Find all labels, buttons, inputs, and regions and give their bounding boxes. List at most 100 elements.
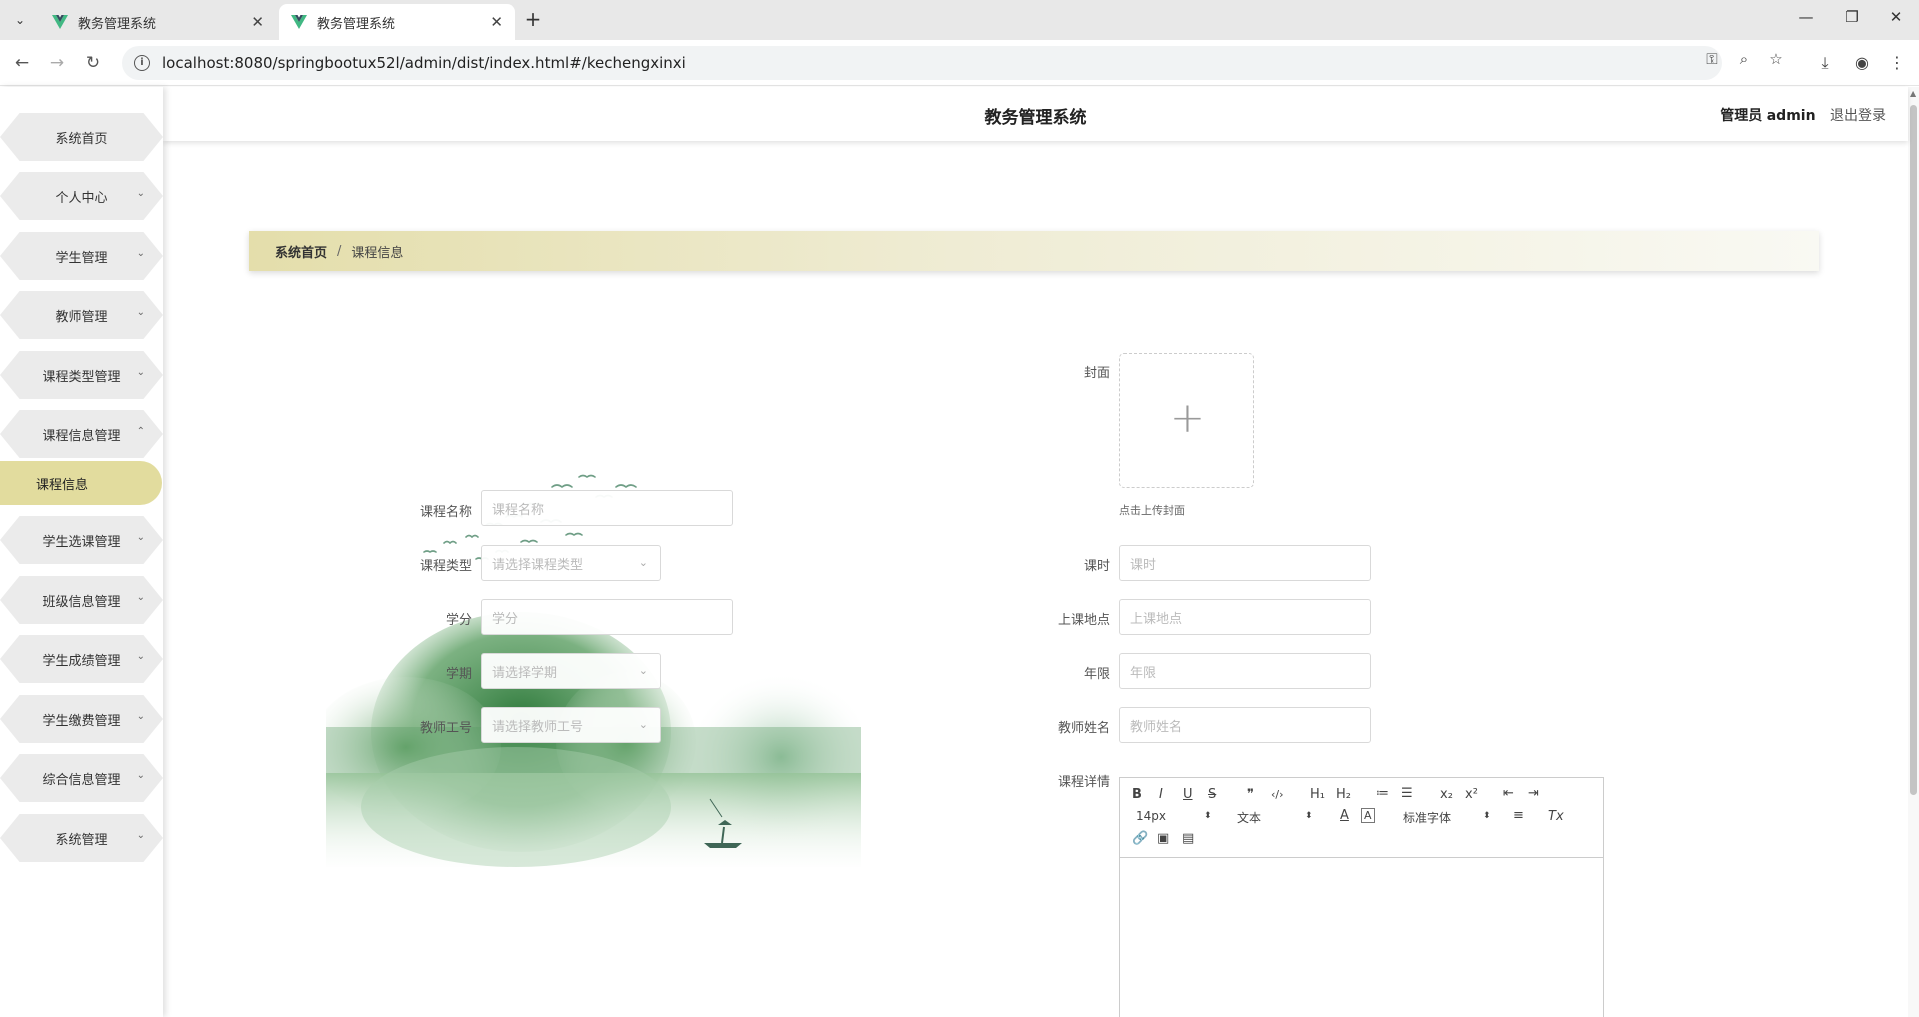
close-tab-icon[interactable]: ✕: [251, 13, 264, 31]
vue-logo-icon: [291, 15, 307, 29]
download-icon[interactable]: ⤓: [1813, 51, 1837, 75]
forward-icon[interactable]: →: [45, 51, 69, 75]
underline-button[interactable]: U: [1183, 787, 1193, 802]
editor-toolbar: B I U S ❞ ‹/› H₁ H₂ ≔ ☰ x₂ x² ⇤ ⇥ 14px ⬍ …: [1120, 778, 1603, 858]
back-icon[interactable]: ←: [10, 51, 34, 75]
page-scrollbar[interactable]: ▲: [1908, 87, 1919, 1017]
course-detail-label: 课程详情: [1057, 775, 1110, 790]
scrollbar-thumb[interactable]: [1910, 105, 1917, 795]
tab-title: 教务管理系统: [317, 16, 396, 32]
user-role: 管理员: [1720, 108, 1763, 124]
sidebar-item-class-info[interactable]: 班级信息管理 ⌄: [0, 576, 163, 624]
link-icon[interactable]: 🔗: [1132, 831, 1148, 846]
class-hours-label: 课时: [1083, 559, 1110, 574]
close-tab-icon[interactable]: ✕: [490, 13, 503, 31]
font-color-icon[interactable]: A: [1340, 808, 1349, 823]
password-key-icon[interactable]: ⚿: [1701, 48, 1723, 70]
minimize-icon[interactable]: —: [1786, 8, 1826, 32]
class-hours-input[interactable]: 课时: [1119, 545, 1371, 581]
bullet-list-button[interactable]: ☰: [1401, 786, 1413, 801]
chevron-down-icon: ⌄: [136, 592, 145, 603]
format-select[interactable]: 文本 ⬍: [1237, 809, 1317, 826]
reload-icon[interactable]: ↻: [81, 51, 105, 75]
credit-label: 学分: [445, 613, 472, 628]
chevron-down-icon: ⌄: [136, 248, 145, 259]
cover-uploader[interactable]: +: [1119, 353, 1254, 488]
clear-format-icon[interactable]: Tx: [1548, 809, 1564, 824]
background-color-icon[interactable]: A: [1361, 808, 1375, 823]
course-type-select[interactable]: 请选择课程类型 ⌄: [481, 545, 661, 581]
code-block-button[interactable]: ‹/›: [1271, 788, 1284, 801]
browser-toolbar: ← → ↻ i localhost:8080/springbootux52l/a…: [0, 40, 1919, 86]
tab-title: 教务管理系统: [78, 16, 157, 32]
browser-tab-1[interactable]: 教务管理系统 ✕: [40, 4, 276, 40]
font-family-select[interactable]: 标准字体 ⬍: [1403, 809, 1493, 826]
sidebar-item-system[interactable]: 系统管理 ⌄: [0, 814, 163, 862]
sidebar-item-course-info[interactable]: 课程信息: [0, 461, 162, 505]
username: admin: [1766, 108, 1816, 124]
more-icon[interactable]: ⋮: [1885, 51, 1909, 75]
sidebar-item-home[interactable]: 系统首页: [0, 113, 163, 161]
zoom-icon[interactable]: ⌕: [1733, 48, 1755, 70]
teacher-name-input[interactable]: 教师姓名: [1119, 707, 1371, 743]
sidebar-item-course-info-management[interactable]: 课程信息管理 ⌃: [0, 410, 163, 458]
site-info-icon[interactable]: i: [134, 55, 150, 71]
address-bar[interactable]: i localhost:8080/springbootux52l/admin/d…: [122, 46, 1722, 80]
superscript-button[interactable]: x²: [1465, 787, 1478, 802]
bold-button[interactable]: B: [1132, 787, 1142, 802]
outdent-button[interactable]: ⇤: [1503, 786, 1514, 801]
user-area: 管理员 admin 退出登录: [1720, 105, 1886, 125]
browser-tab-2[interactable]: 教务管理系统 ✕: [279, 4, 515, 40]
teacher-id-select[interactable]: 请选择教师工号 ⌄: [481, 707, 661, 743]
breadcrumb-separator: /: [337, 243, 342, 259]
ordered-list-button[interactable]: ≔: [1376, 786, 1389, 801]
italic-button[interactable]: I: [1159, 787, 1163, 802]
strike-button[interactable]: S: [1208, 787, 1216, 802]
image-icon[interactable]: ▣: [1157, 831, 1169, 846]
sidebar-item-teachers[interactable]: 教师管理 ⌄: [0, 291, 163, 339]
sidebar-item-personal-center[interactable]: 个人中心 ⌄: [0, 172, 163, 220]
align-icon[interactable]: ≡: [1513, 808, 1524, 823]
location-input[interactable]: 上课地点: [1119, 599, 1371, 635]
years-input[interactable]: 年限: [1119, 653, 1371, 689]
browser-tab-strip: ⌄ 教务管理系统 ✕ 教务管理系统 ✕ + — ❐ ✕: [0, 0, 1919, 40]
sidebar-item-grades[interactable]: 学生成绩管理 ⌄: [0, 635, 163, 683]
teacher-name-label: 教师姓名: [1057, 721, 1110, 736]
indent-button[interactable]: ⇥: [1528, 786, 1539, 801]
semester-select[interactable]: 请选择学期 ⌄: [481, 653, 661, 689]
video-icon[interactable]: ▤: [1182, 831, 1194, 846]
header1-button[interactable]: H₁: [1310, 787, 1325, 802]
new-tab-button[interactable]: +: [520, 8, 546, 32]
breadcrumb: 系统首页 / 课程信息: [249, 231, 1819, 271]
select-arrows-icon: ⬍: [1204, 811, 1212, 821]
app-header: 教务管理系统 管理员 admin 退出登录: [163, 87, 1908, 141]
sidebar-item-general-info[interactable]: 综合信息管理 ⌄: [0, 754, 163, 802]
header2-button[interactable]: H₂: [1336, 787, 1351, 802]
chevron-down-icon: ⌄: [136, 532, 145, 543]
rich-text-editor: B I U S ❞ ‹/› H₁ H₂ ≔ ☰ x₂ x² ⇤ ⇥ 14px ⬍ …: [1119, 777, 1604, 1017]
scroll-up-icon[interactable]: ▲: [1910, 89, 1916, 98]
breadcrumb-home[interactable]: 系统首页: [275, 242, 327, 261]
course-name-input[interactable]: 课程名称: [481, 490, 733, 526]
editor-content-area[interactable]: [1120, 859, 1603, 1017]
bookmark-star-icon[interactable]: ☆: [1765, 48, 1787, 70]
chevron-down-icon: ⌄: [638, 718, 648, 731]
web-page: 系统首页 个人中心 ⌄ 学生管理 ⌄ 教师管理 ⌄ 课程类型管理 ⌄ 课程信息管理 ⌃ 课…: [0, 87, 1919, 1017]
chevron-down-icon: ⌄: [136, 770, 145, 781]
close-window-icon[interactable]: ✕: [1876, 8, 1916, 32]
chevron-down-icon: ⌄: [136, 711, 145, 722]
subscript-button[interactable]: x₂: [1440, 787, 1453, 802]
tab-search-icon[interactable]: ⌄: [8, 8, 32, 32]
sidebar-item-payments[interactable]: 学生缴费管理 ⌄: [0, 695, 163, 743]
credit-input[interactable]: 学分: [481, 599, 733, 635]
restore-icon[interactable]: ❐: [1832, 8, 1872, 32]
blockquote-button[interactable]: ❞: [1247, 787, 1254, 802]
upload-tip: 点击上传封面: [1119, 504, 1185, 517]
font-size-select[interactable]: 14px ⬍: [1136, 809, 1216, 823]
sidebar-item-students[interactable]: 学生管理 ⌄: [0, 232, 163, 280]
sidebar-item-course-types[interactable]: 课程类型管理 ⌄: [0, 351, 163, 399]
logout-link[interactable]: 退出登录: [1830, 108, 1886, 124]
profile-icon[interactable]: ◉: [1850, 51, 1874, 75]
url-text: localhost:8080/springbootux52l/admin/dis…: [162, 54, 686, 72]
sidebar-item-course-selection[interactable]: 学生选课管理 ⌄: [0, 516, 163, 564]
